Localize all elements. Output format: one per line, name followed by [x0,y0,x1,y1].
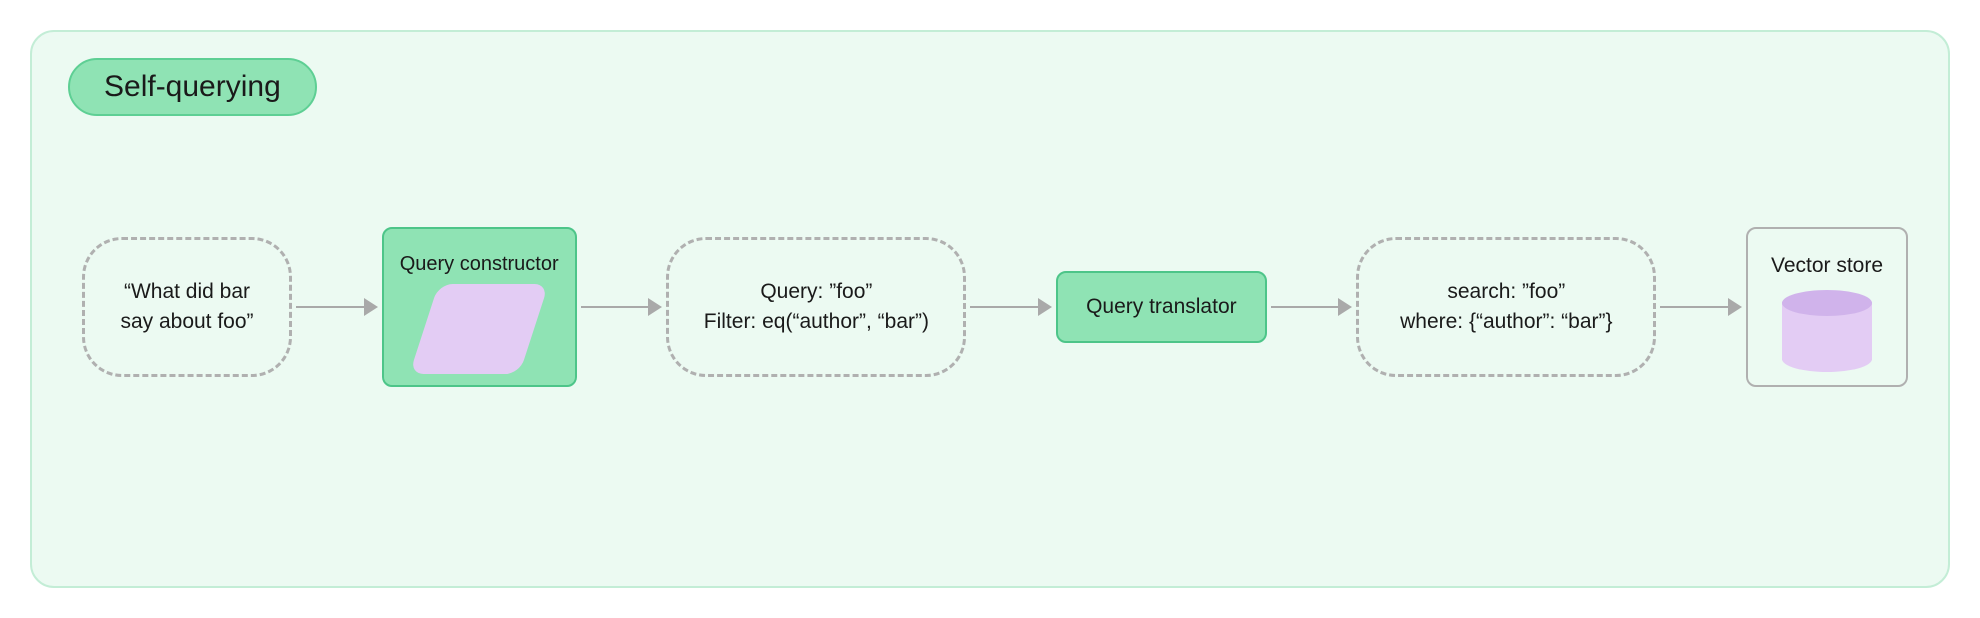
vector-store-label: Vector store [1771,254,1883,278]
input-text: “What did bar say about foo” [120,277,253,338]
arrow-icon [1271,306,1353,308]
diagram-container: Self-querying “What did bar say about fo… [30,30,1950,588]
query-constructor-label: Query constructor [400,253,559,276]
parallelogram-icon [410,284,549,374]
query-translator-label: Query translator [1086,295,1237,319]
translated-query-text: search: ”foo” where: {“author”: “bar”} [1400,277,1612,338]
arrow-icon [296,306,378,308]
arrow-icon [1660,306,1742,308]
query-translator-node: Query translator [1056,271,1267,343]
structured-line-1: Query: ”foo” [704,277,929,307]
translated-query-node: search: ”foo” where: {“author”: “bar”} [1356,237,1656,377]
structured-query-text: Query: ”foo” Filter: eq(“author”, “bar”) [704,277,929,338]
arrow-icon [581,306,663,308]
translated-line-2: where: {“author”: “bar”} [1400,307,1612,337]
database-icon [1782,290,1872,372]
query-constructor-node: Query constructor [382,227,577,387]
vector-store-node: Vector store [1746,227,1908,387]
diagram-title: Self-querying [68,58,317,116]
flow-row: “What did bar say about foo” Query const… [82,227,1908,387]
structured-query-node: Query: ”foo” Filter: eq(“author”, “bar”) [666,237,966,377]
translated-line-1: search: ”foo” [1400,277,1612,307]
input-line-2: say about foo” [120,307,253,337]
arrow-icon [970,306,1052,308]
structured-line-2: Filter: eq(“author”, “bar”) [704,307,929,337]
input-node: “What did bar say about foo” [82,237,292,377]
input-line-1: “What did bar [120,277,253,307]
